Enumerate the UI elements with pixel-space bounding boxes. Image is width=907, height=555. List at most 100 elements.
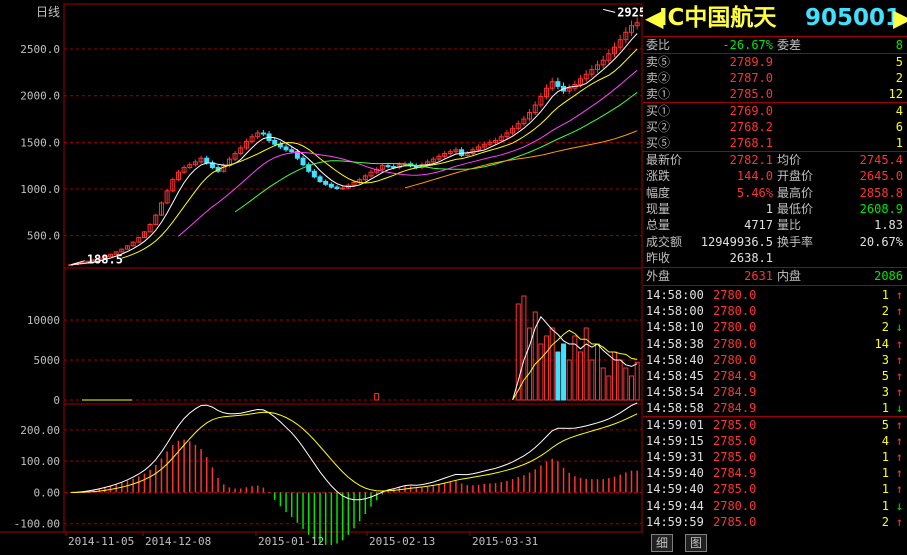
arrow-up-icon: ↑ — [895, 514, 903, 529]
volume-bar — [589, 359, 595, 401]
volume-axis-ticks: 10000 5000 0 — [27, 314, 60, 407]
kline-period-label[interactable]: 日线 — [36, 5, 60, 19]
price-tick-label: 2500.0 — [20, 43, 60, 56]
weibi-value: -26.67% — [722, 38, 773, 52]
price-tick-label: 1500.0 — [20, 136, 60, 149]
tick-row[interactable]: 14:59:40 2785.0 1 ↑ — [643, 481, 907, 497]
tick-row[interactable]: 14:58:10 2780.0 2 ↓ — [643, 319, 907, 335]
arrow-up-icon: ↑ — [895, 466, 903, 481]
tick-time: 14:58:45 — [646, 369, 704, 383]
chart-canvas[interactable]: 日线 2500.0 2000.0 1500.0 1000.0 500.0 2925 18… — [0, 0, 646, 551]
tick-price: 2780.0 — [713, 288, 757, 302]
buy-level-volume: 1 — [895, 136, 903, 150]
sell-level-row: 卖① 2785.0 12 — [643, 86, 907, 102]
tick-time: 14:59:31 — [646, 450, 704, 464]
stat-label: 最低价 — [777, 201, 814, 216]
tick-time: 14:58:00 — [646, 304, 704, 319]
volume-bar — [606, 375, 612, 401]
date-label: 2015-02-13 — [369, 535, 435, 548]
tick-price: 2780.0 — [713, 498, 757, 513]
volume-bar — [600, 367, 606, 401]
tick-volume: 1 — [881, 288, 889, 302]
zuoshou-row: 昨收 2638.1 — [643, 250, 907, 266]
buy-level-label: 买① — [646, 104, 671, 118]
stat-value: 1.83 — [874, 218, 903, 233]
stat-label: 总量 — [646, 218, 671, 233]
tick-row[interactable]: 14:58:54 2784.9 3 ↑ — [643, 384, 907, 400]
tab-detail[interactable]: 细 — [651, 534, 674, 552]
buy-level-label: 买② — [646, 120, 671, 134]
tick-volume: 2 — [881, 320, 889, 335]
tick-price: 2784.9 — [713, 385, 757, 400]
ma5-line — [70, 33, 638, 266]
tick-price: 2785.0 — [713, 450, 757, 464]
date-label: 2015-03-31 — [472, 535, 538, 548]
tick-row[interactable]: 14:58:58 2784.9 1 ↓ — [643, 400, 907, 416]
tick-volume: 3 — [881, 385, 889, 400]
security-code: 905001 — [805, 5, 902, 31]
tick-price: 2785.0 — [713, 482, 757, 497]
stat-value: 4717 — [744, 218, 773, 233]
tick-row[interactable]: 14:58:40 2780.0 3 ↑ — [643, 352, 907, 368]
price-tick-label: 500.0 — [27, 230, 60, 243]
sell-level-price: 2789.9 — [729, 55, 773, 69]
arrow-up-icon: ↑ — [895, 288, 903, 302]
security-header[interactable]: ◀ IC中国航天 905001 ▶ — [643, 0, 907, 36]
low-price-label: 188.5 — [87, 253, 123, 267]
stat-label: 换手率 — [777, 234, 814, 249]
stat-label: 成交额 — [646, 234, 683, 249]
buy-level-row: 买⑤ 2768.1 1 — [643, 135, 907, 151]
sell-level-volume: 12 — [888, 87, 903, 101]
buy-level-price: 2769.0 — [729, 104, 773, 118]
volume-bar — [544, 335, 550, 401]
tab-chart[interactable]: 图 — [685, 534, 708, 552]
tick-row[interactable]: 14:59:01 2785.0 5 ↑ — [643, 417, 907, 433]
tick-price: 2784.9 — [713, 466, 757, 481]
buy-level-row: 买② 2768.2 6 — [643, 119, 907, 135]
sell-level-label: 卖② — [646, 71, 671, 85]
tick-row[interactable]: 14:59:44 2780.0 1 ↓ — [643, 498, 907, 514]
tick-row[interactable]: 14:59:40 2784.9 1 ↑ — [643, 465, 907, 481]
stat-value: 2858.8 — [859, 185, 903, 200]
buy-level-volume: 6 — [895, 120, 903, 134]
price-grid — [64, 48, 642, 237]
date-label: 2015-01-12 — [258, 535, 324, 548]
tick-volume: 1 — [881, 466, 889, 481]
volume-bar — [629, 375, 635, 401]
kline-chart-area[interactable]: 日线 2500.0 2000.0 1500.0 1000.0 500.0 2925 18… — [0, 0, 646, 551]
candle-body — [334, 186, 340, 190]
arrow-up-icon: ↑ — [895, 417, 903, 432]
tick-row[interactable]: 14:59:15 2785.0 4 ↑ — [643, 433, 907, 449]
price-axis-ticks: 2500.0 2000.0 1500.0 1000.0 500.0 — [20, 43, 60, 243]
waipan-label: 外盘 — [646, 269, 671, 283]
sell-level-price: 2785.0 — [729, 87, 773, 101]
tick-row[interactable]: 14:58:38 2780.0 14 ↑ — [643, 336, 907, 352]
candle-body — [260, 132, 266, 135]
candle-body — [317, 176, 323, 183]
tick-price: 2785.0 — [713, 433, 757, 448]
tick-time: 14:59:15 — [646, 433, 704, 448]
header-arrow-right-icon[interactable]: ▶ — [893, 5, 907, 31]
tick-row[interactable]: 14:59:31 2785.0 1 ↑ — [643, 449, 907, 465]
volume-bar — [527, 327, 533, 401]
tick-volume: 4 — [881, 433, 889, 448]
candle-body — [311, 170, 317, 178]
stat-value: 144.0 — [736, 169, 773, 184]
volume-bar — [561, 343, 567, 401]
arrow-up-icon: ↑ — [895, 482, 903, 497]
tick-volume: 1 — [881, 498, 889, 513]
candle-body — [272, 139, 278, 145]
stat-label: 最新价 — [646, 153, 683, 167]
tick-volume: 5 — [881, 417, 889, 432]
tick-volume: 2 — [881, 304, 889, 319]
tick-row[interactable]: 14:58:00 2780.0 2 ↑ — [643, 303, 907, 319]
tick-row[interactable]: 14:59:59 2785.0 2 ↑ — [643, 514, 907, 530]
tick-row[interactable]: 14:58:00 2780.0 1 ↑ — [643, 287, 907, 303]
buy-level-volume: 4 — [895, 104, 903, 118]
tick-row[interactable]: 14:58:45 2784.9 5 ↑ — [643, 368, 907, 384]
price-series — [68, 8, 640, 267]
buy-level-price: 2768.1 — [729, 136, 773, 150]
volume-bar — [538, 343, 544, 401]
stat-label: 幅度 — [646, 185, 671, 200]
date-label: 2014-11-05 — [68, 535, 134, 548]
